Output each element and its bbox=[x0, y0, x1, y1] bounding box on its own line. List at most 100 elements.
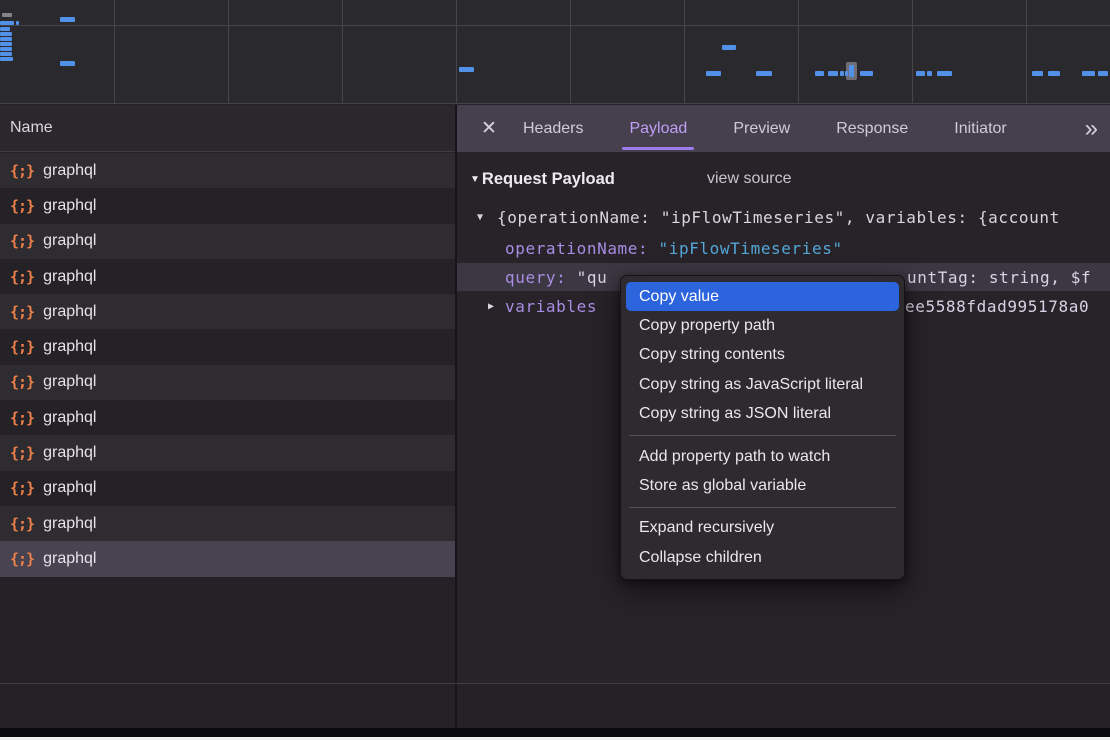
waterfall-bar bbox=[815, 71, 824, 76]
close-icon[interactable]: ✕ bbox=[474, 105, 504, 152]
waterfall-bar bbox=[0, 42, 12, 46]
request-row[interactable]: {;} graphql bbox=[0, 329, 455, 364]
waterfall-bar bbox=[0, 32, 12, 36]
request-row[interactable]: {;} graphql bbox=[0, 435, 455, 470]
request-name: graphql bbox=[43, 515, 96, 533]
request-name: graphql bbox=[43, 303, 96, 321]
operation-name-row[interactable]: operationName: "ipFlowTimeseries" bbox=[505, 236, 843, 260]
json-braces-icon: {;} bbox=[10, 268, 34, 286]
waterfall-bar bbox=[916, 71, 925, 76]
json-braces-icon: {;} bbox=[10, 338, 34, 356]
gridline bbox=[1026, 0, 1027, 103]
request-name: graphql bbox=[43, 268, 96, 286]
waterfall-bar bbox=[0, 27, 10, 31]
view-source-link[interactable]: view source bbox=[707, 170, 791, 188]
request-name: graphql bbox=[43, 162, 96, 180]
query-right-fragment: untTag: string, $f bbox=[907, 268, 1091, 287]
request-name: graphql bbox=[43, 479, 96, 497]
request-row[interactable]: {;} graphql bbox=[0, 400, 455, 435]
context-menu: Copy valueCopy property pathCopy string … bbox=[620, 275, 905, 580]
waterfall-bar bbox=[860, 71, 873, 76]
waterfall-bar bbox=[927, 71, 932, 76]
horizontal-divider bbox=[0, 683, 1110, 684]
json-braces-icon: {;} bbox=[10, 479, 34, 497]
expanded-triangle-icon[interactable]: ▼ bbox=[477, 212, 484, 223]
json-braces-icon: {;} bbox=[10, 197, 34, 215]
details-tab-bar: ✕ Headers Payload Preview Response Initiator… bbox=[457, 105, 1110, 152]
request-name: graphql bbox=[43, 373, 96, 391]
json-braces-icon: {;} bbox=[10, 373, 34, 391]
request-row[interactable]: {;}graphql bbox=[0, 153, 455, 188]
property-value: "ipFlowTimeseries" bbox=[659, 239, 843, 258]
waterfall-bar bbox=[845, 71, 848, 76]
request-name: graphql bbox=[43, 409, 96, 427]
request-row[interactable]: {;} graphql bbox=[0, 506, 455, 541]
json-braces-icon: {;} bbox=[10, 550, 34, 568]
waterfall-bar bbox=[756, 71, 772, 76]
name-column-header[interactable]: Name bbox=[0, 105, 455, 152]
menu-item-copy-string-as-javascript-literal[interactable]: Copy string as JavaScript literal bbox=[621, 370, 904, 399]
waterfall-bar bbox=[1032, 71, 1043, 76]
waterfall-bar bbox=[0, 21, 14, 25]
menu-separator bbox=[629, 507, 896, 508]
tab-response[interactable]: Response bbox=[836, 105, 908, 152]
tab-payload[interactable]: Payload bbox=[629, 105, 687, 152]
json-braces-icon: {;} bbox=[10, 409, 34, 427]
menu-item-copy-string-as-json-literal[interactable]: Copy string as JSON literal bbox=[621, 400, 904, 429]
waterfall-bar bbox=[2, 13, 12, 17]
property-key: operationName: bbox=[505, 239, 648, 258]
request-row[interactable]: {;} graphql bbox=[0, 365, 455, 400]
request-payload-section-header: ▼ Request Payload view source bbox=[457, 166, 1110, 192]
waterfall-bar bbox=[60, 61, 75, 66]
waterfall-bar bbox=[1082, 71, 1095, 76]
payload-root-row[interactable]: ▼ {operationName: "ipFlowTimeseries", va… bbox=[457, 205, 1110, 229]
overview-horizontal-gridline bbox=[0, 25, 1110, 26]
waterfall-bar bbox=[849, 65, 854, 77]
menu-item-add-property-path-to-watch[interactable]: Add property path to watch bbox=[621, 442, 904, 471]
waterfall-bar bbox=[0, 47, 12, 51]
tab-strip: Headers Payload Preview Response Initiator bbox=[523, 105, 1007, 152]
request-name: graphql bbox=[43, 444, 96, 462]
waterfall-bar bbox=[16, 21, 19, 25]
request-row[interactable]: {;}graphql bbox=[0, 188, 455, 223]
json-braces-icon: {;} bbox=[10, 515, 34, 533]
tab-initiator[interactable]: Initiator bbox=[954, 105, 1006, 152]
menu-item-copy-value[interactable]: Copy value bbox=[626, 282, 899, 311]
query-left-fragment: query: "qu bbox=[505, 268, 607, 287]
waterfall-bar bbox=[0, 37, 12, 41]
waterfall-bar bbox=[60, 17, 75, 22]
request-payload-title: Request Payload bbox=[482, 170, 615, 189]
more-tabs-icon[interactable]: » bbox=[1085, 105, 1098, 152]
property-key: variables bbox=[505, 297, 597, 316]
menu-item-copy-property-path[interactable]: Copy property path bbox=[621, 311, 904, 340]
request-name: graphql bbox=[43, 550, 96, 568]
request-row[interactable]: {;} graphql bbox=[0, 541, 455, 576]
json-braces-icon: {;} bbox=[10, 444, 34, 462]
request-name: graphql bbox=[43, 338, 96, 356]
name-column-label: Name bbox=[10, 119, 53, 137]
request-row[interactable]: {;} graphql bbox=[0, 259, 455, 294]
collapsed-triangle-icon[interactable]: ▶ bbox=[488, 301, 495, 312]
gridline bbox=[456, 0, 457, 103]
payload-object-preview: {operationName: "ipFlowTimeseries", vari… bbox=[497, 208, 1060, 227]
waterfall-bar bbox=[1098, 71, 1108, 76]
tab-headers[interactable]: Headers bbox=[523, 105, 583, 152]
collapse-triangle-icon[interactable]: ▼ bbox=[470, 174, 480, 185]
menu-item-expand-recursively[interactable]: Expand recursively bbox=[621, 514, 904, 543]
menu-item-store-as-global-variable[interactable]: Store as global variable bbox=[621, 471, 904, 500]
gridline bbox=[570, 0, 571, 103]
menu-item-collapse-children[interactable]: Collapse children bbox=[621, 543, 904, 572]
request-row[interactable]: {;} graphql bbox=[0, 224, 455, 259]
tab-preview[interactable]: Preview bbox=[733, 105, 790, 152]
request-row[interactable]: {;} graphql bbox=[0, 471, 455, 506]
menu-item-copy-string-contents[interactable]: Copy string contents bbox=[621, 341, 904, 370]
network-overview-timeline[interactable] bbox=[0, 0, 1110, 104]
request-row[interactable]: {;}graphql bbox=[0, 294, 455, 329]
gridline bbox=[342, 0, 343, 103]
gridline bbox=[114, 0, 115, 103]
waterfall-bar bbox=[459, 67, 474, 72]
waterfall-bar bbox=[0, 52, 12, 56]
request-name: graphql bbox=[43, 232, 96, 250]
json-braces-icon: {;} bbox=[10, 232, 34, 250]
waterfall-bar bbox=[706, 71, 721, 76]
